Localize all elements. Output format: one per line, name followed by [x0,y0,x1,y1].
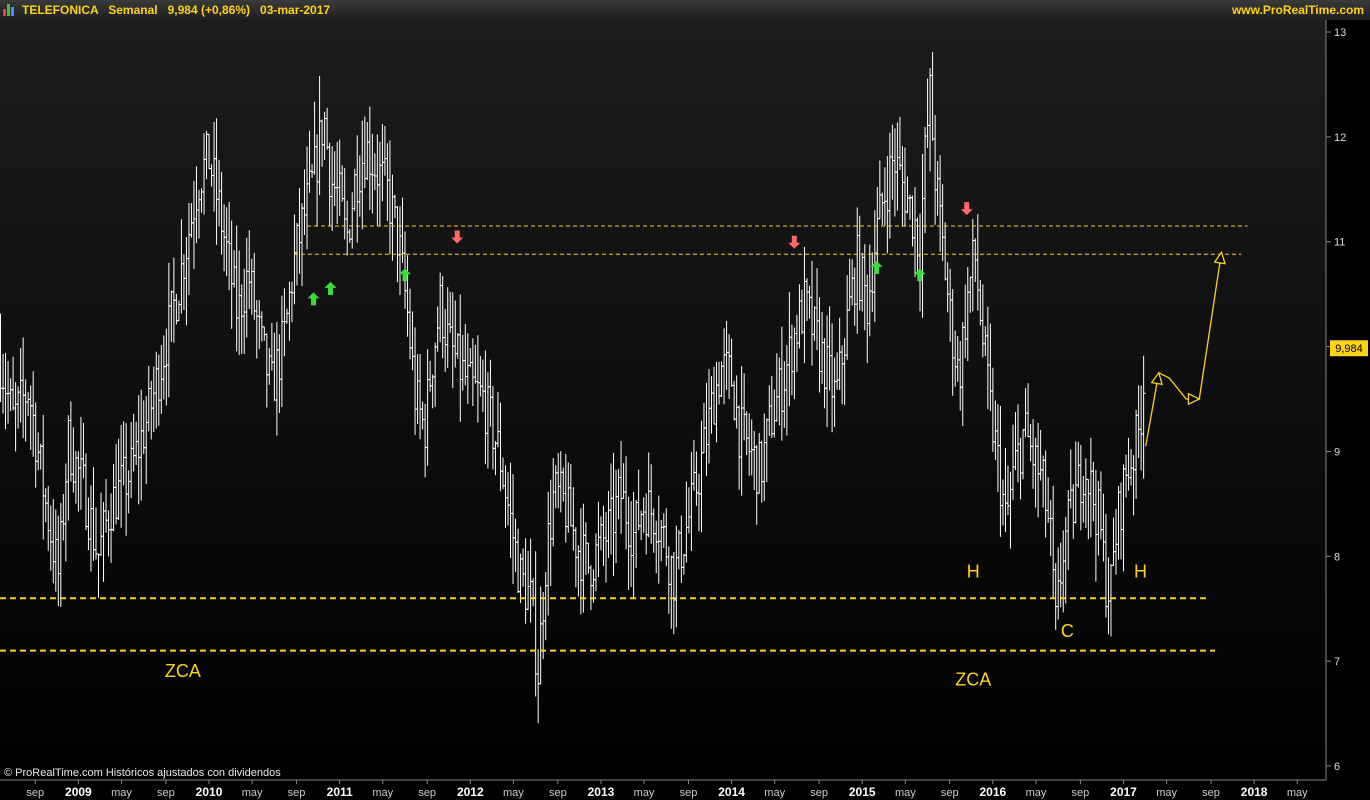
pattern-label-zca: ZCA [955,669,991,689]
year-tick-label: 2015 [849,785,876,799]
month-tick-label: may [242,787,263,799]
month-tick-label: sep [680,787,698,799]
month-tick-label: may [503,787,524,799]
last-change: 9,984 (+0,86%) [167,3,250,17]
price-axis-background [1326,20,1370,800]
month-tick-label: may [372,787,393,799]
year-tick-label: 2016 [980,785,1007,799]
price-tick-label: 13 [1334,27,1346,39]
price-tick-label: 8 [1334,551,1340,563]
month-tick-label: may [895,787,916,799]
pattern-label-h: H [967,561,980,581]
month-tick-label: sep [418,787,436,799]
month-tick-label: may [634,787,655,799]
price-tick-label: 11 [1334,237,1345,249]
price-tick-label: 12 [1334,132,1346,144]
year-tick-label: 2018 [1241,785,1268,799]
bar-chart-icon [3,4,16,16]
price-tick-label: 9 [1334,446,1340,458]
time-axis: sep 2009 may sep 2010 may sep 2011 may sep 2012 may… [26,780,1308,799]
month-tick-label: may [111,787,132,799]
pattern-label-zca: ZCA [165,661,201,681]
year-tick-label: 2013 [588,785,615,799]
symbol: TELEFONICA [22,3,99,17]
month-tick-label: sep [157,787,175,799]
price-chart[interactable]: ZCAZCAHHC 678910111213 sep2009maysep2010… [0,20,1370,800]
data-source-note: © ProRealTime.com Históricos ajustados c… [4,767,281,779]
year-tick-label: 2017 [1110,785,1137,799]
year-tick-label: 2012 [457,785,484,799]
last-price-label: 9,984 [1335,343,1363,355]
month-tick-label: sep [1072,787,1090,799]
site-link[interactable]: www.ProRealTime.com [1232,0,1364,20]
month-tick-label: may [1026,787,1047,799]
year-tick-label: 2010 [196,785,223,799]
year-tick-label: 2014 [718,785,745,799]
chart-header: TELEFONICA Semanal 9,984 (+0,86%) 03-mar… [0,0,1370,20]
month-tick-label: sep [810,787,828,799]
month-tick-label: sep [549,787,567,799]
month-tick-label: sep [1202,787,1220,799]
price-tick-label: 7 [1334,656,1340,668]
month-tick-label: sep [941,787,959,799]
month-tick-label: may [1156,787,1177,799]
date: 03-mar-2017 [260,3,331,17]
instrument-info: TELEFONICA Semanal 9,984 (+0,86%) 03-mar… [22,0,330,20]
month-tick-label: may [1287,787,1308,799]
month-tick-label: sep [26,787,44,799]
year-tick-label: 2009 [65,785,92,799]
pattern-label-c: C [1061,621,1074,641]
pattern-label-h: H [1134,561,1147,581]
price-tick-label: 6 [1334,761,1340,773]
period: Semanal [108,3,158,17]
month-tick-label: sep [288,787,306,799]
last-price-marker: 9,984 [1330,340,1368,357]
month-tick-label: may [764,787,785,799]
year-tick-label: 2011 [327,785,353,799]
